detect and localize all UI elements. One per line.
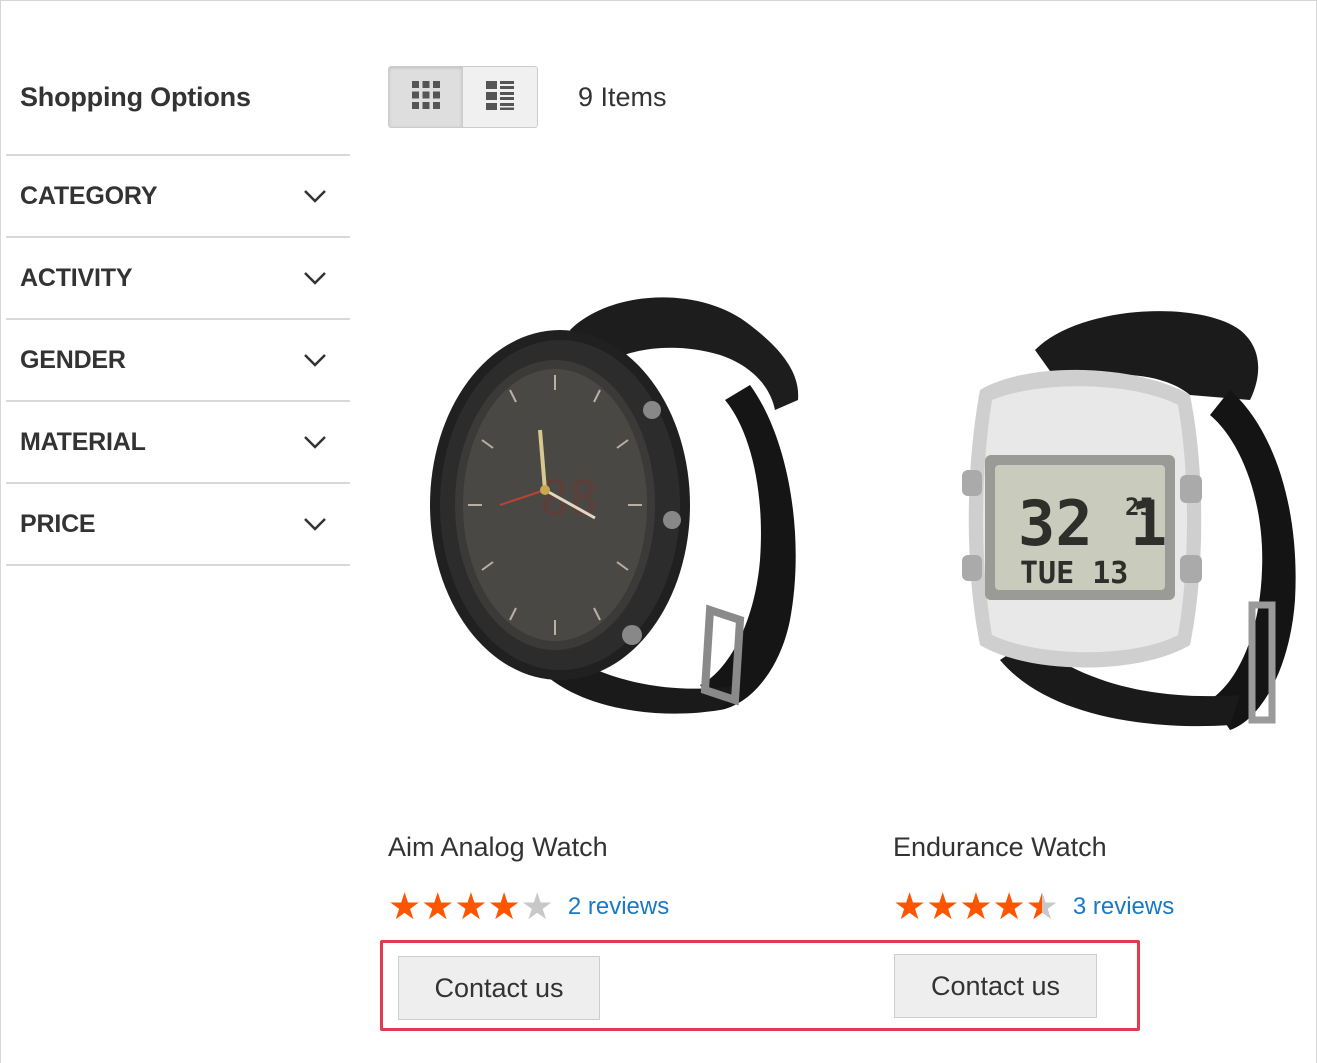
chevron-down-icon [302, 183, 328, 209]
product-rating: ★★★★★ ★★★★★ 2 reviews [388, 888, 669, 925]
chevron-down-icon [302, 429, 328, 455]
rating-stars: ★★★★★ ★★★★★ [893, 886, 1059, 927]
filter-activity[interactable]: ACTIVITY [6, 238, 350, 320]
filter-sidebar: Shopping Options CATEGORY ACTIVITY GENDE… [6, 60, 350, 566]
grid-view-button[interactable] [389, 67, 463, 127]
items-count: 9 Items [578, 82, 667, 112]
chevron-down-icon [302, 265, 328, 291]
sidebar-title: Shopping Options [20, 82, 251, 112]
product-name-link[interactable]: Aim Analog Watch [388, 832, 608, 863]
reviews-link[interactable]: 3 reviews [1073, 893, 1174, 921]
filter-label: CATEGORY [20, 181, 158, 210]
filter-list: CATEGORY ACTIVITY GENDER MATERIAL PRICE [6, 154, 350, 566]
filter-price[interactable]: PRICE [6, 484, 350, 566]
digital-day: TUE 13 [1020, 556, 1128, 591]
filter-label: GENDER [20, 345, 126, 374]
rating-stars: ★★★★★ ★★★★★ [388, 886, 554, 927]
digital-seconds: 25 [1125, 493, 1154, 521]
view-mode-switcher [388, 66, 538, 128]
filter-label: PRICE [20, 509, 96, 538]
list-view-button[interactable] [463, 67, 537, 127]
filter-material[interactable]: MATERIAL [6, 402, 350, 484]
chevron-down-icon [302, 347, 328, 373]
product-rating: ★★★★★ ★★★★★ 3 reviews [893, 888, 1174, 925]
product-name-link[interactable]: Endurance Watch [893, 832, 1107, 863]
filter-label: ACTIVITY [20, 263, 133, 292]
svg-text:88: 88 [540, 471, 598, 527]
contact-us-button[interactable]: Contact us [894, 954, 1097, 1018]
silver-digital-watch-image[interactable]: 32 1 25 TUE 13 [940, 300, 1310, 740]
black-analog-watch-image[interactable]: 88 [420, 290, 820, 750]
filter-category[interactable]: CATEGORY [6, 156, 350, 238]
contact-us-button[interactable]: Contact us [398, 956, 600, 1020]
filter-label: MATERIAL [20, 427, 146, 456]
grid-view-icon [410, 79, 442, 116]
list-view-icon [484, 79, 516, 116]
reviews-link[interactable]: 2 reviews [568, 893, 669, 921]
chevron-down-icon [302, 511, 328, 537]
filter-gender[interactable]: GENDER [6, 320, 350, 402]
